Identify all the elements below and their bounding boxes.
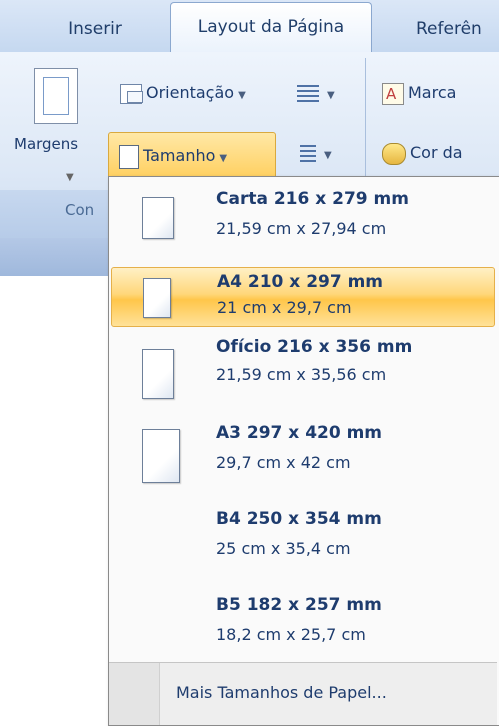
paper-icon	[142, 197, 174, 239]
margins-button[interactable]: Margens ▼	[14, 62, 106, 183]
menu-item-subtitle: 18,2 cm x 25,7 cm	[216, 625, 366, 644]
menu-item-oficio[interactable]: Ofício 216 x 356 mm 21,59 cm x 35,56 cm	[109, 333, 497, 419]
group-label-bar	[0, 190, 120, 240]
tab-layout-da-pagina[interactable]: Layout da Página	[170, 2, 372, 54]
menu-item-title: Carta 216 x 279 mm	[216, 189, 409, 209]
chevron-down-icon: ▼	[324, 150, 332, 161]
menu-item-title: A4 210 x 297 mm	[217, 272, 384, 292]
size-icon	[119, 144, 139, 169]
watermark-icon	[382, 81, 404, 107]
size-button[interactable]: Tamanho ▼	[108, 132, 276, 180]
size-label: Tamanho	[143, 146, 216, 165]
page-color-label: Cor da	[410, 143, 463, 162]
orientation-button[interactable]: Orientação ▼	[120, 80, 246, 106]
columns-icon	[297, 84, 319, 103]
paper-icon	[143, 278, 171, 318]
menu-item-title: B4 250 x 354 mm	[216, 509, 382, 529]
paper-size-menu: Carta 216 x 279 mm 21,59 cm x 27,94 cm A…	[108, 176, 499, 726]
orientation-icon	[120, 83, 143, 104]
orientation-label: Orientação	[146, 83, 235, 102]
menu-item-subtitle: 21,59 cm x 35,56 cm	[216, 365, 387, 384]
tab-inserir[interactable]: Inserir	[50, 6, 140, 52]
menu-item-a4[interactable]: A4 210 x 297 mm 21 cm x 29,7 cm	[111, 267, 495, 327]
margins-label: Margens	[14, 135, 79, 153]
menu-item-subtitle: 21 cm x 29,7 cm	[217, 298, 352, 317]
chevron-down-icon: ▼	[238, 90, 246, 101]
columns-button[interactable]: ▼	[297, 80, 335, 106]
margins-icon	[34, 68, 78, 124]
more-paper-sizes-label: Mais Tamanhos de Papel...	[176, 683, 387, 702]
ribbon-tab-strip: Inserir Layout da Página Referên	[0, 0, 499, 54]
menu-gutter	[109, 663, 160, 725]
tab-referencias[interactable]: Referên	[400, 6, 499, 52]
chevron-down-icon: ▼	[327, 90, 335, 101]
line-numbers-icon	[300, 144, 316, 163]
watermark-label: Marca	[408, 83, 457, 102]
group-label-configurar-pagina: Con	[65, 201, 95, 219]
line-numbers-button[interactable]: ▼	[300, 140, 332, 166]
ribbon-separator	[365, 58, 366, 188]
more-paper-sizes-button[interactable]: Mais Tamanhos de Papel...	[109, 662, 497, 725]
paper-icon	[142, 349, 174, 399]
chevron-down-icon: ▼	[66, 172, 74, 183]
menu-item-title: Ofício 216 x 356 mm	[216, 337, 413, 357]
chevron-down-icon: ▼	[219, 153, 228, 164]
page-color-button[interactable]: Cor da	[382, 140, 463, 166]
menu-item-a3[interactable]: A3 297 x 420 mm 29,7 cm x 42 cm	[109, 417, 497, 503]
page-color-icon	[382, 142, 406, 165]
menu-item-subtitle: 21,59 cm x 27,94 cm	[216, 219, 387, 238]
paper-icon	[142, 429, 180, 483]
menu-item-subtitle: 25 cm x 35,4 cm	[216, 539, 351, 558]
menu-item-carta[interactable]: Carta 216 x 279 mm 21,59 cm x 27,94 cm	[109, 177, 497, 263]
menu-item-subtitle: 29,7 cm x 42 cm	[216, 453, 351, 472]
menu-item-title: B5 182 x 257 mm	[216, 595, 382, 615]
menu-item-b4[interactable]: B4 250 x 354 mm 25 cm x 35,4 cm	[109, 503, 497, 589]
menu-item-title: A3 297 x 420 mm	[216, 423, 383, 443]
watermark-button[interactable]: Marca	[382, 80, 457, 107]
